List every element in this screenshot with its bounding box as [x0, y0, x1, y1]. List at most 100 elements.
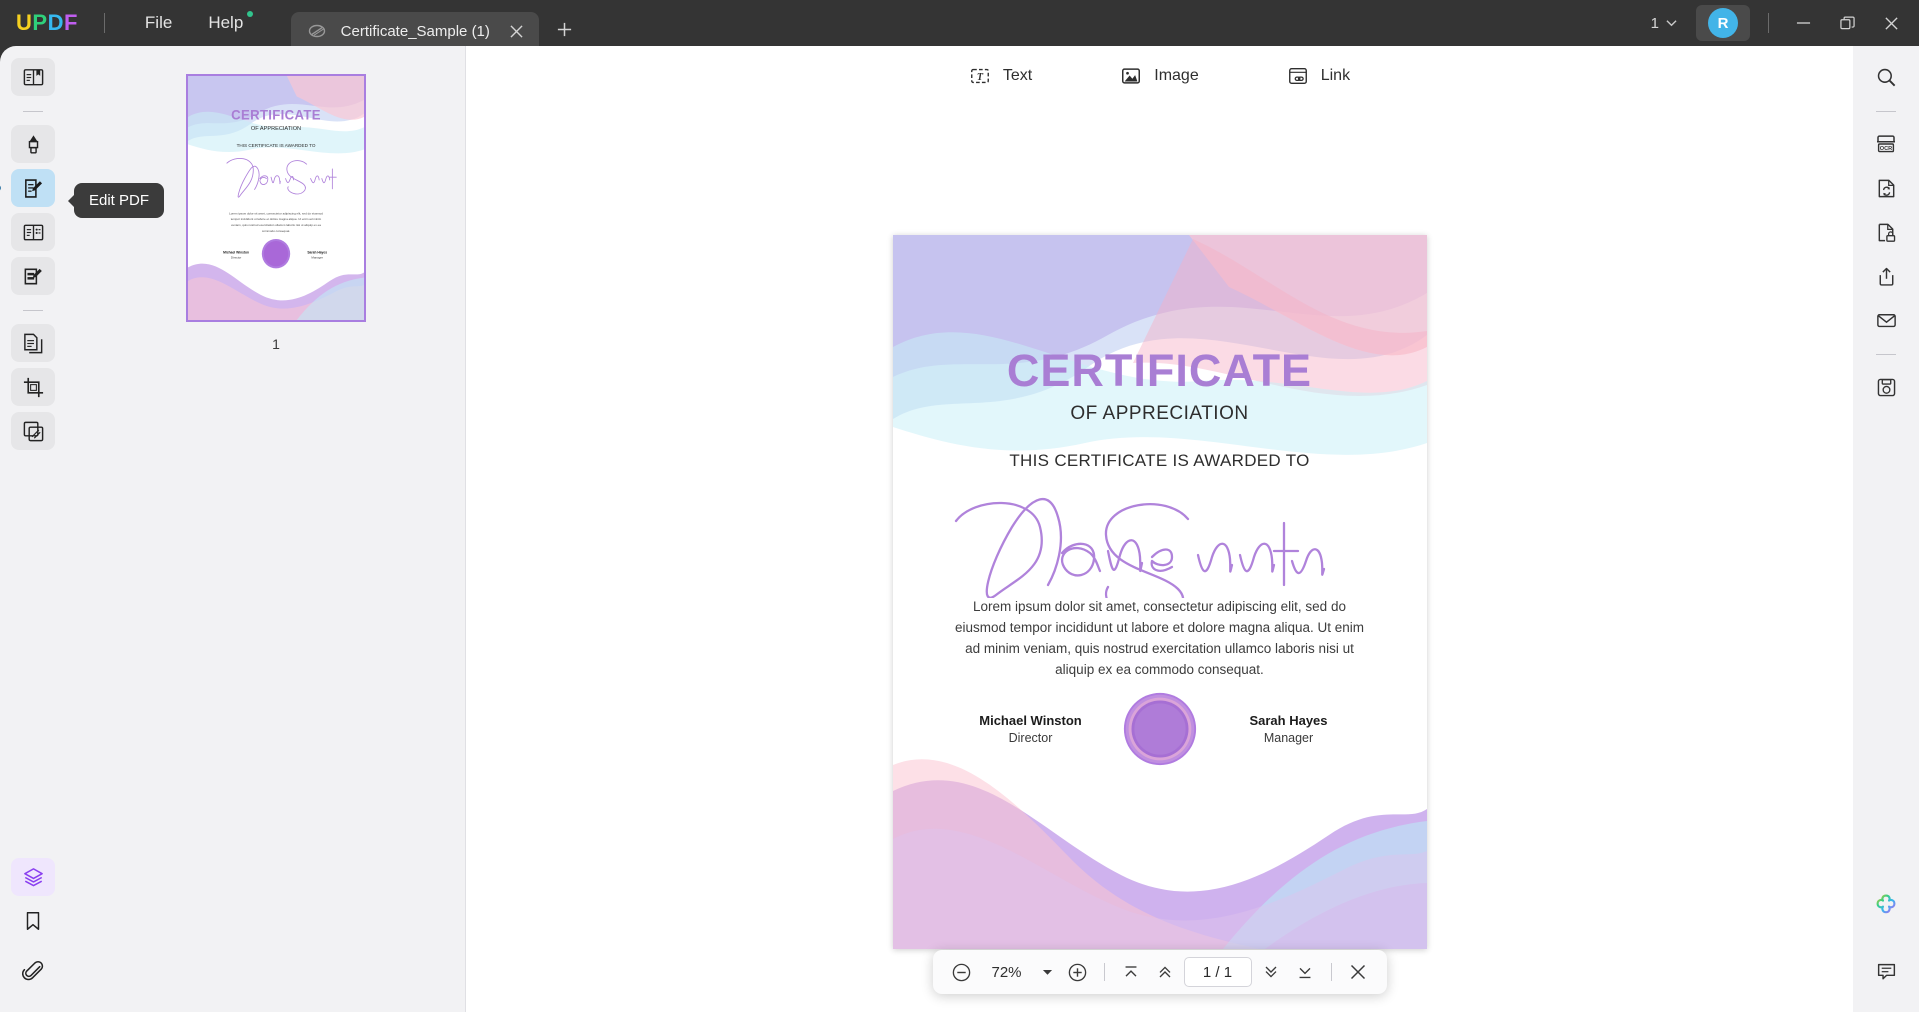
logo-divider: [103, 13, 105, 33]
thumbnail-item[interactable]: CERTIFICATE OF APPRECIATION THIS CERTIFI…: [186, 74, 366, 352]
certificate-subtitle[interactable]: OF APPRECIATION: [893, 403, 1427, 425]
add-image-button[interactable]: Image: [1106, 58, 1212, 94]
paperclip-icon: [21, 960, 43, 980]
signatory-right[interactable]: Sarah Hayes Manager: [1214, 713, 1364, 745]
layers-icon: [23, 867, 43, 886]
email-button[interactable]: [1864, 301, 1908, 339]
sidebar-item-protect[interactable]: [11, 412, 55, 450]
first-page-button[interactable]: [1116, 957, 1146, 987]
rail-divider-2: [23, 310, 43, 311]
last-page-button[interactable]: [1290, 957, 1320, 987]
menu-file[interactable]: File: [127, 7, 190, 39]
signature-jane-smith: [954, 498, 1325, 623]
ai-assistant-button[interactable]: [1864, 886, 1908, 924]
account-count-dropdown[interactable]: 1: [1642, 9, 1686, 38]
signature-row: Michael Winston Director Sarah Hayes Man…: [893, 691, 1427, 767]
signatory-left[interactable]: Michael Winston Director: [956, 713, 1106, 745]
add-text-label: Text: [1002, 67, 1033, 84]
toolbar-divider-1: [1103, 963, 1105, 981]
zoom-dropdown-button[interactable]: [1037, 959, 1059, 985]
close-toolbar-button[interactable]: [1343, 957, 1373, 987]
sidebar-item-attachments[interactable]: [11, 952, 55, 990]
maximize-button[interactable]: [1825, 3, 1869, 43]
svg-text:OCR: OCR: [1880, 146, 1892, 152]
next-page-icon: [1265, 966, 1276, 978]
right-rail-divider-1: [1876, 111, 1896, 112]
svg-text:Michael Winston: Michael Winston: [223, 251, 249, 255]
comments-button[interactable]: [1864, 952, 1908, 990]
thumbnail-page-1[interactable]: CERTIFICATE OF APPRECIATION THIS CERTIFI…: [186, 74, 366, 322]
svg-text:tempor incididunt ut labore et: tempor incididunt ut labore et dolore ma…: [231, 217, 322, 221]
sidebar-item-reader[interactable]: [11, 58, 55, 96]
convert-icon: [1878, 179, 1894, 197]
svg-text:OF APPRECIATION: OF APPRECIATION: [251, 126, 301, 132]
menu-help[interactable]: Help: [190, 7, 261, 39]
thumbnail-page-number: 1: [272, 336, 280, 352]
add-text-button[interactable]: T Text: [955, 58, 1046, 94]
toolbar-divider-2: [1330, 963, 1332, 981]
new-tab-button[interactable]: [549, 14, 579, 44]
share-button[interactable]: [1864, 257, 1908, 295]
zoom-in-button[interactable]: [1063, 957, 1093, 987]
ocr-icon: OCR: [1877, 135, 1895, 153]
window-close-button[interactable]: [1869, 3, 1913, 43]
certificate-recipient[interactable]: [893, 483, 1427, 623]
sidebar-item-convert[interactable]: [11, 324, 55, 362]
search-button[interactable]: [1864, 58, 1908, 96]
book-reader-icon: [23, 68, 43, 85]
account-button[interactable]: R: [1696, 5, 1750, 41]
tab-close-button[interactable]: [503, 18, 529, 44]
link-icon: [1288, 67, 1307, 85]
right-rail-divider-2: [1876, 354, 1896, 355]
svg-text:veniam, quis nostrud exercitat: veniam, quis nostrud exercitation ullamc…: [231, 223, 321, 227]
svg-text:Sarah Hayes: Sarah Hayes: [307, 251, 327, 255]
minimize-button[interactable]: [1781, 3, 1825, 43]
sidebar-item-edit-pdf[interactable]: [0, 169, 55, 207]
tooltip-edit-pdf: Edit PDF: [74, 183, 165, 218]
certificate-title[interactable]: CERTIFICATE: [893, 345, 1427, 397]
save-button[interactable]: [1864, 368, 1908, 406]
crop-icon: [23, 377, 43, 397]
sidebar-item-form[interactable]: [11, 257, 55, 295]
sidebar-item-crop[interactable]: [11, 368, 55, 406]
add-link-button[interactable]: Link: [1273, 58, 1364, 94]
sidebar-item-comment[interactable]: [11, 125, 55, 163]
window-controls-divider: [1768, 13, 1769, 33]
page-navigation-toolbar: 72% 1 / 1: [932, 950, 1387, 994]
menu-help-label: Help: [208, 13, 244, 32]
zoom-level-label[interactable]: 72%: [981, 964, 1033, 981]
next-page-button[interactable]: [1256, 957, 1286, 987]
previous-page-button[interactable]: [1150, 957, 1180, 987]
bookmark-icon: [26, 912, 40, 930]
certificate-body-text[interactable]: Lorem ipsum dolor sit amet, consectetur …: [950, 597, 1370, 681]
first-page-icon: [1125, 966, 1136, 977]
share-icon: [1879, 267, 1893, 286]
protect-button[interactable]: [1864, 213, 1908, 251]
sidebar-item-organize-pages[interactable]: [11, 213, 55, 251]
pdf-file-icon: [309, 24, 326, 38]
logo-letter-f: F: [63, 10, 78, 35]
sidebar-item-bookmarks[interactable]: [11, 902, 55, 940]
zoom-out-button[interactable]: [947, 957, 977, 987]
certificate-page[interactable]: CERTIFICATE OF APPRECIATION THIS CERTIFI…: [892, 235, 1427, 949]
sidebar-item-layers[interactable]: [11, 858, 55, 896]
updf-logo: U P D F: [16, 10, 78, 36]
last-page-icon: [1299, 967, 1310, 979]
close-icon: [1884, 16, 1898, 30]
document-viewport[interactable]: CERTIFICATE OF APPRECIATION THIS CERTIFI…: [466, 106, 1853, 1012]
image-icon: [1122, 68, 1141, 84]
certificate-awarded-line[interactable]: THIS CERTIFICATE IS AWARDED TO: [893, 451, 1427, 471]
signatory-right-role: Manager: [1263, 731, 1314, 745]
certificate-seal: [1123, 692, 1196, 766]
caret-down-icon: [1042, 969, 1053, 975]
window-controls: 1 R: [1642, 0, 1919, 46]
convert-button[interactable]: [1864, 169, 1908, 207]
rail-divider-1: [23, 111, 43, 112]
maximize-icon: [1839, 16, 1855, 29]
minimize-icon: [1796, 22, 1810, 24]
svg-text:CERTIFICATE: CERTIFICATE: [231, 108, 321, 123]
ocr-button[interactable]: OCR: [1864, 125, 1908, 163]
tab-title: Certificate_Sample (1): [340, 22, 490, 40]
page-number-input[interactable]: 1 / 1: [1183, 957, 1252, 987]
tab-certificate-sample[interactable]: Certificate_Sample (1): [291, 12, 540, 50]
